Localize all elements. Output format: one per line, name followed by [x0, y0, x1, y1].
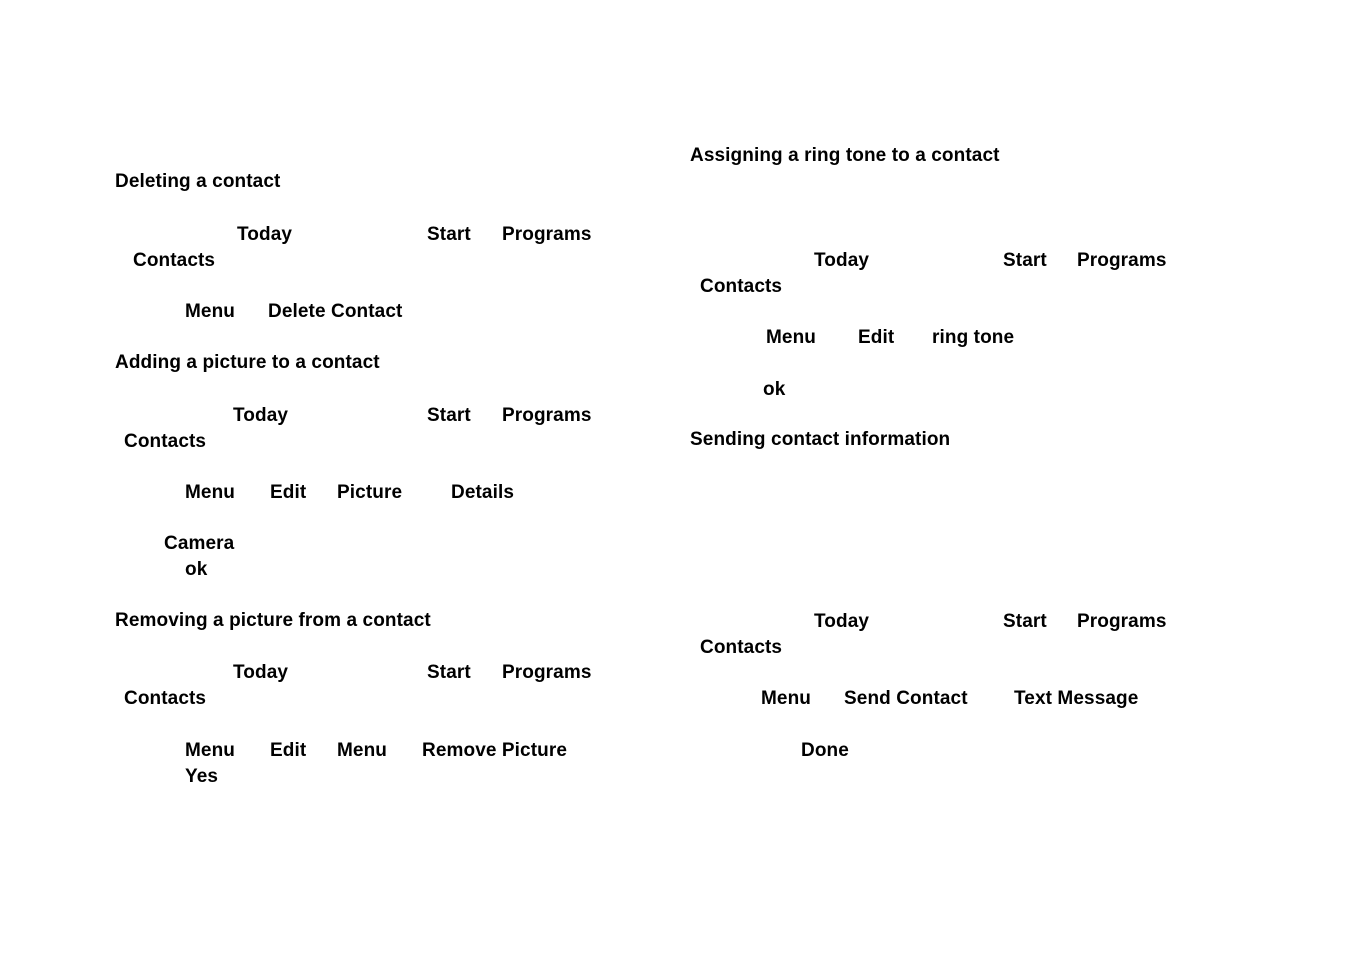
ui-term-contacts: Contacts	[124, 688, 207, 709]
ui-term-start: Start	[1003, 611, 1047, 632]
ui-term-remove-picture: Remove Picture	[422, 740, 568, 761]
ui-term-delete-contact: Delete Contact	[268, 301, 403, 322]
ui-term-contacts: Contacts	[133, 250, 216, 271]
ui-term-yes: Yes	[185, 766, 219, 787]
section-heading: Assigning a ring tone to a contact	[690, 145, 1000, 166]
ui-term-programs: Programs	[502, 662, 592, 683]
ui-term-programs: Programs	[1077, 611, 1167, 632]
ui-term-today: Today	[233, 662, 289, 683]
section-heading: Deleting a contact	[115, 171, 281, 192]
ui-term-ok: ok	[763, 379, 786, 400]
ui-term-camera: Camera	[164, 533, 235, 554]
ui-term-today: Today	[814, 250, 870, 271]
ui-term-contacts: Contacts	[700, 276, 783, 297]
ui-term-menu: Menu	[185, 482, 236, 503]
ui-term-text-message: Text Message	[1014, 688, 1139, 709]
ui-term-programs: Programs	[1077, 250, 1167, 271]
ui-term-edit: Edit	[858, 327, 895, 348]
section-heading: Adding a picture to a contact	[115, 352, 380, 373]
ui-term-send-contact: Send Contact	[844, 688, 968, 709]
ui-term-ok: ok	[185, 559, 208, 580]
ui-term-edit: Edit	[270, 482, 307, 503]
ui-term-menu: Menu	[185, 301, 236, 322]
ui-term-programs: Programs	[502, 224, 592, 245]
ui-term-start: Start	[427, 224, 471, 245]
section-heading: Sending contact information	[690, 429, 951, 450]
section-heading: Removing a picture from a contact	[115, 610, 431, 631]
ui-term-today: Today	[237, 224, 293, 245]
ui-term-menu: Menu	[761, 688, 812, 709]
ui-term-today: Today	[233, 405, 289, 426]
ui-term-done: Done	[801, 740, 849, 761]
ui-term-menu: Menu	[337, 740, 388, 761]
ui-term-picture: Picture	[337, 482, 403, 503]
ui-term-menu: Menu	[766, 327, 817, 348]
ui-term-menu: Menu	[185, 740, 236, 761]
ui-term-contacts: Contacts	[124, 431, 207, 452]
ui-term-start: Start	[1003, 250, 1047, 271]
ui-term-edit: Edit	[270, 740, 307, 761]
ui-term-today: Today	[814, 611, 870, 632]
ui-term-programs: Programs	[502, 405, 592, 426]
ui-term-start: Start	[427, 405, 471, 426]
ui-term-contacts: Contacts	[700, 637, 783, 658]
document-page: Deleting a contact Today Start Programs Cont…	[0, 0, 1350, 954]
ui-term-ring-tone: ring tone	[932, 327, 1015, 348]
ui-term-start: Start	[427, 662, 471, 683]
ui-term-details: Details	[451, 482, 515, 503]
